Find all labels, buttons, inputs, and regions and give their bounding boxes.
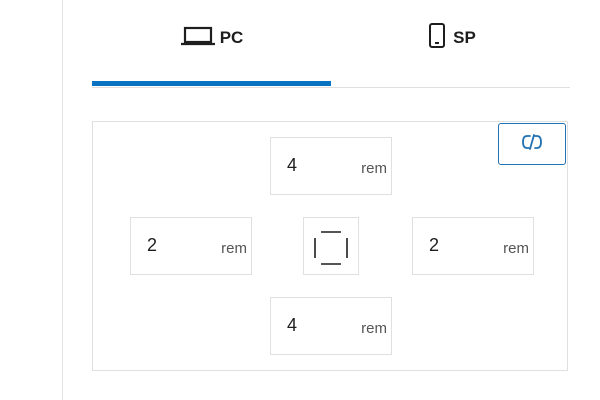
tab-pc[interactable]: PC: [92, 0, 331, 88]
tabs-baseline: [92, 87, 570, 88]
padding-left-unit[interactable]: rem: [221, 240, 247, 257]
padding-left-input[interactable]: 2 rem: [130, 217, 252, 275]
unlink-sides-button[interactable]: [498, 123, 566, 165]
tab-sp-label: SP: [453, 28, 476, 47]
sidebar-divider: [62, 0, 63, 400]
padding-right-value: 2: [429, 235, 440, 255]
active-tab-indicator: [92, 81, 331, 86]
device-tabs: PC SP: [92, 0, 570, 90]
tab-pc-label: PC: [219, 28, 244, 47]
unlink-icon: [520, 132, 544, 157]
padding-left-value: 2: [147, 235, 158, 255]
padding-top-value: 4: [287, 155, 298, 175]
padding-top-unit[interactable]: rem: [361, 160, 387, 177]
tab-sp[interactable]: SP: [331, 0, 570, 88]
page: PC SP 4 rem 2 rem 2 rem 4 rem: [0, 0, 600, 400]
smartphone-icon: [425, 22, 449, 55]
padding-right-input[interactable]: 2 rem: [412, 217, 534, 275]
padding-bottom-input[interactable]: 4 rem: [270, 297, 392, 355]
padding-right-unit[interactable]: rem: [503, 240, 529, 257]
padding-bottom-unit[interactable]: rem: [361, 320, 387, 337]
box-sides-icon: [303, 217, 359, 275]
padding-bottom-value: 4: [287, 315, 298, 335]
laptop-icon: [180, 25, 216, 52]
padding-top-input[interactable]: 4 rem: [270, 137, 392, 195]
